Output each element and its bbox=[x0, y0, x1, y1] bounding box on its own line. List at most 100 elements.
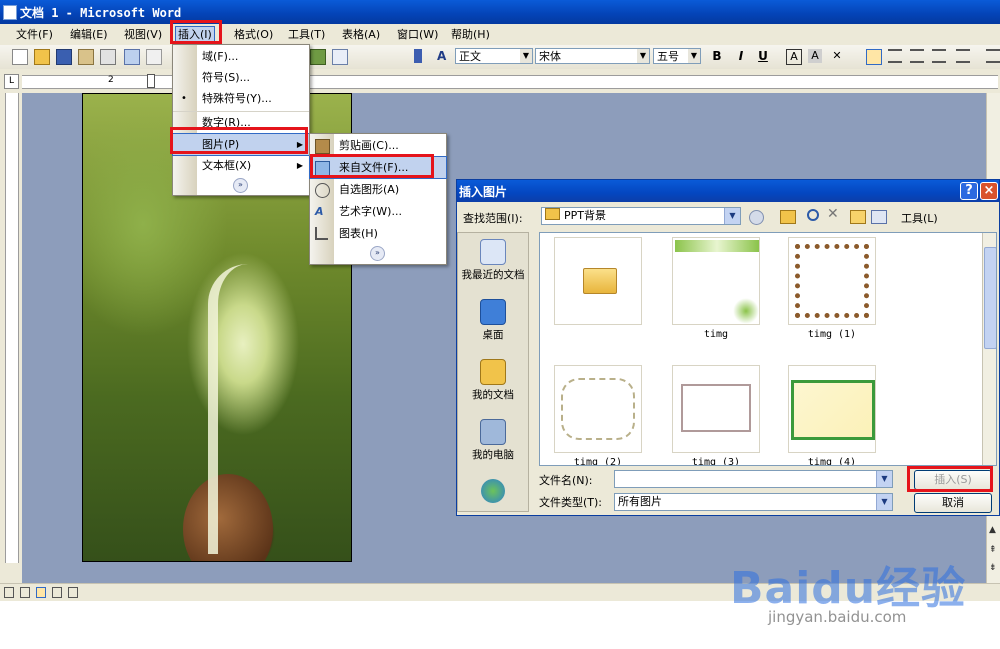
menu-item-label: 域(F)... bbox=[202, 50, 239, 63]
menu-help[interactable]: 帮助(H) bbox=[449, 27, 492, 42]
network-globe-icon bbox=[481, 479, 505, 503]
menu-edit[interactable]: 编辑(E) bbox=[68, 27, 110, 42]
chart-icon bbox=[315, 227, 328, 240]
menu-table[interactable]: 表格(A) bbox=[340, 27, 382, 42]
my-documents-icon bbox=[480, 359, 506, 385]
bold-button[interactable]: B bbox=[710, 49, 724, 63]
line-spacing-icon[interactable] bbox=[956, 49, 970, 63]
menu-item-special-symbol[interactable]: • 特殊符号(Y)... bbox=[173, 88, 309, 109]
outline-view-icon[interactable] bbox=[52, 587, 62, 598]
place-network[interactable] bbox=[458, 479, 528, 505]
style-combo[interactable]: 正文 ▼ bbox=[455, 48, 533, 64]
spelling-icon[interactable] bbox=[146, 49, 162, 65]
expand-menu-icon[interactable]: » bbox=[370, 246, 385, 261]
filetype-select[interactable]: 所有图片 ▼ bbox=[614, 493, 893, 511]
place-desktop[interactable]: 桌面 bbox=[458, 299, 528, 342]
font-value: 宋体 bbox=[539, 50, 561, 63]
scroll-up-icon[interactable]: ▲ bbox=[989, 525, 996, 535]
align-right-icon[interactable] bbox=[910, 49, 924, 63]
align-center-icon[interactable] bbox=[888, 49, 902, 63]
menu-item-textbox[interactable]: 文本框(X) ▶ bbox=[173, 155, 309, 176]
desktop-icon bbox=[480, 299, 506, 325]
toolbar-options-icon[interactable] bbox=[414, 49, 422, 63]
delete-icon[interactable]: ✕ bbox=[827, 206, 839, 222]
char-scale-icon[interactable]: ✕ bbox=[830, 49, 844, 63]
normal-view-icon[interactable] bbox=[4, 587, 14, 598]
prev-page-icon[interactable]: ⇞ bbox=[989, 545, 997, 555]
place-recent[interactable]: 我最近的文档 bbox=[458, 239, 528, 282]
chevron-down-icon[interactable]: ▼ bbox=[520, 49, 532, 63]
up-folder-icon[interactable] bbox=[780, 210, 796, 224]
drawing-icon[interactable] bbox=[310, 49, 326, 65]
menu-item-symbol[interactable]: 符号(S)... bbox=[173, 67, 309, 88]
permission-icon[interactable] bbox=[78, 49, 94, 65]
menu-tools[interactable]: 工具(T) bbox=[286, 27, 327, 42]
save-icon[interactable] bbox=[56, 49, 72, 65]
file-thumb-timg-1[interactable] bbox=[788, 237, 876, 325]
watermark-brand: Baidu经验 bbox=[730, 563, 967, 614]
menu-item-field[interactable]: 域(F)... bbox=[173, 46, 309, 67]
open-folder-icon[interactable] bbox=[34, 49, 50, 65]
italic-button[interactable]: I bbox=[734, 49, 748, 63]
filename-input[interactable]: ▼ bbox=[614, 470, 893, 488]
insert-table-icon[interactable] bbox=[332, 49, 348, 65]
print-icon[interactable] bbox=[100, 49, 116, 65]
underline-button[interactable]: U bbox=[756, 49, 770, 63]
file-thumb-timg[interactable] bbox=[672, 237, 760, 325]
scroll-thumb[interactable] bbox=[984, 247, 996, 349]
font-size-combo[interactable]: 五号 ▼ bbox=[653, 48, 701, 64]
print-layout-icon[interactable] bbox=[36, 587, 46, 598]
chevron-down-icon[interactable]: ▼ bbox=[724, 208, 740, 224]
menu-item-clip-art[interactable]: 剪贴画(C)... bbox=[310, 135, 446, 156]
chevron-down-icon[interactable]: ▼ bbox=[688, 49, 700, 63]
menu-format[interactable]: 格式(O) bbox=[232, 27, 275, 42]
justify-icon[interactable] bbox=[932, 49, 946, 63]
chevron-down-icon[interactable]: ▼ bbox=[876, 471, 892, 487]
back-icon[interactable] bbox=[749, 210, 764, 225]
font-border-button[interactable]: A bbox=[786, 49, 802, 65]
menu-view[interactable]: 视图(V) bbox=[122, 27, 164, 42]
cancel-button[interactable]: 取消 bbox=[914, 493, 992, 513]
file-list-scrollbar[interactable] bbox=[982, 233, 996, 465]
picture-submenu: 剪贴画(C)... 来自文件(F)... 自选图形(A) A 艺术字(W)... … bbox=[309, 133, 447, 265]
file-thumb-timg-4[interactable] bbox=[788, 365, 876, 453]
indent-marker[interactable] bbox=[147, 74, 155, 88]
numbering-icon[interactable] bbox=[986, 49, 1000, 63]
place-my-computer[interactable]: 我的电脑 bbox=[458, 419, 528, 462]
print-preview-icon[interactable] bbox=[124, 49, 140, 65]
menu-window[interactable]: 窗口(W) bbox=[395, 27, 440, 42]
views-icon[interactable] bbox=[871, 210, 887, 224]
menu-item-wordart[interactable]: A 艺术字(W)... bbox=[310, 201, 446, 222]
file-thumb-timg-3[interactable] bbox=[672, 365, 760, 453]
font-combo[interactable]: 宋体 ▼ bbox=[535, 48, 650, 64]
align-left-icon[interactable] bbox=[866, 49, 882, 65]
styles-icon[interactable]: A bbox=[437, 49, 451, 63]
new-document-icon[interactable] bbox=[12, 49, 28, 65]
chevron-down-icon[interactable]: ▼ bbox=[876, 494, 892, 510]
file-list[interactable]: timg timg (1) timg (2) timg (3) timg (4) bbox=[539, 232, 997, 466]
file-thumb-folder[interactable] bbox=[554, 237, 642, 325]
close-button[interactable]: × bbox=[980, 182, 998, 200]
menu-item-chart[interactable]: 图表(H) bbox=[310, 223, 446, 244]
tab-selector[interactable]: L bbox=[4, 74, 19, 89]
search-web-icon[interactable] bbox=[807, 209, 819, 221]
toolbar: A 正文 ▼ 宋体 ▼ 五号 ▼ B I U A A ✕ bbox=[0, 45, 1000, 70]
new-folder-icon[interactable] bbox=[850, 210, 866, 224]
menu-file[interactable]: 文件(F) bbox=[14, 27, 55, 42]
window-title: 文档 1 - Microsoft Word bbox=[20, 6, 182, 20]
dialog-title: 插入图片 bbox=[459, 185, 508, 199]
web-view-icon[interactable] bbox=[20, 587, 30, 598]
place-label: 我最近的文档 bbox=[461, 269, 525, 281]
chevron-down-icon[interactable]: ▼ bbox=[637, 49, 649, 63]
reading-view-icon[interactable] bbox=[68, 587, 78, 598]
photo-sprout bbox=[208, 264, 258, 554]
expand-menu-icon[interactable]: » bbox=[233, 178, 248, 193]
menu-item-autoshapes[interactable]: 自选图形(A) bbox=[310, 179, 446, 200]
shading-button[interactable]: A bbox=[808, 49, 822, 63]
tools-menu[interactable]: 工具(L) bbox=[901, 210, 938, 226]
help-button[interactable]: ? bbox=[960, 182, 978, 200]
file-thumb-timg-2[interactable] bbox=[554, 365, 642, 453]
look-in-combo[interactable]: PPT背景 ▼ bbox=[541, 207, 741, 225]
next-page-icon[interactable]: ⇟ bbox=[989, 563, 997, 573]
place-my-documents[interactable]: 我的文档 bbox=[458, 359, 528, 402]
